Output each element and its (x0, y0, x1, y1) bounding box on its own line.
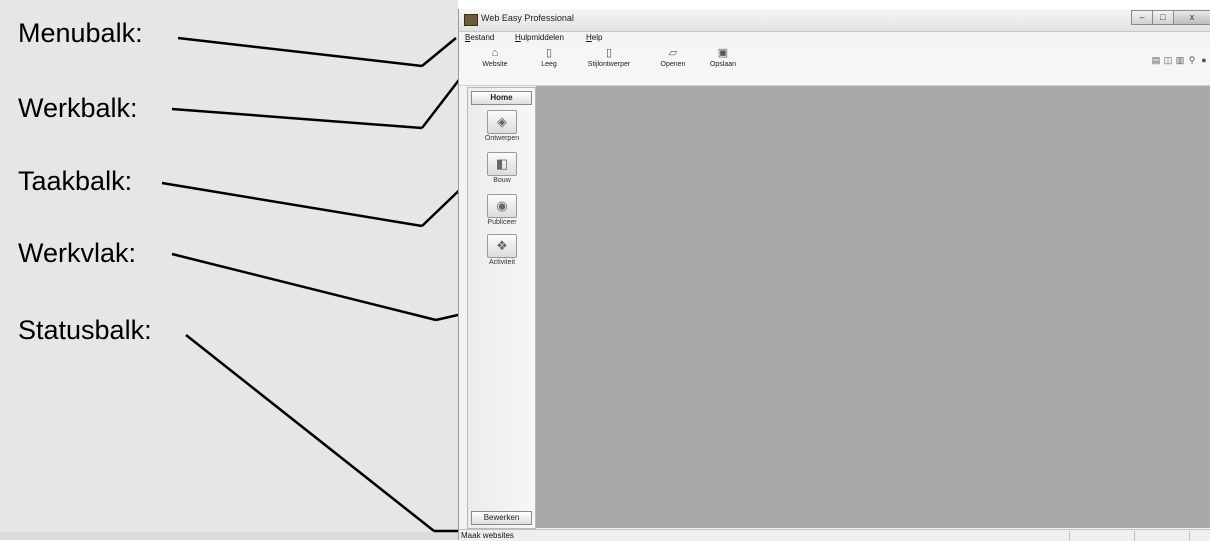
menu-hulpmiddelen[interactable]: Hulpmiddelen (515, 33, 564, 42)
task-bouw[interactable]: ◧ Bouw (476, 152, 528, 184)
toolbar-opslaan-label: Opslaan (709, 61, 737, 68)
task-ontwerpen[interactable]: ◈ Ontwerpen (476, 110, 528, 142)
app-window: Web Easy Professional – □ x Bestand Hulp… (458, 9, 1210, 541)
website-icon: ⌂ (491, 47, 499, 59)
label-statusbalk: Statusbalk: (18, 315, 152, 345)
toolbar-right-icons: ▤ ◫ ▥ ⚲ ● (1151, 55, 1209, 65)
open-folder-icon: ▱ (668, 47, 678, 59)
style-designer-icon: ▯ (605, 47, 613, 59)
status-text: Maak websites (461, 531, 514, 540)
label-menubalk: Menubalk: (18, 18, 143, 48)
book-icon[interactable]: ◫ (1163, 55, 1173, 65)
page-icon[interactable]: ▥ (1175, 55, 1185, 65)
new-page-icon: ▯ (545, 47, 553, 59)
label-werkvlak: Werkvlak: (18, 238, 137, 268)
task-activiteit[interactable]: ❖ Activiteit (476, 234, 528, 266)
design-icon: ◈ (487, 110, 517, 134)
minimize-button[interactable]: – (1131, 10, 1153, 25)
maximize-button[interactable]: □ (1152, 10, 1174, 25)
toolbar-stijlontwerper-label: Stijlontwerper (587, 61, 631, 68)
task-bouw-label: Bouw (493, 177, 511, 184)
menu-hulpmiddelen-label: ulpmiddelen (520, 33, 564, 42)
build-icon: ◧ (487, 152, 517, 176)
work-area[interactable] (536, 86, 1210, 528)
save-icon: ▣ (717, 47, 729, 59)
menu-bar: Bestand Hulpmiddelen Help (459, 32, 1210, 44)
task-ontwerpen-label: Ontwerpen (484, 135, 520, 142)
home-button[interactable]: Home (471, 91, 532, 105)
toolbar-leeg-label: Leeg (541, 61, 557, 68)
toolbar-opslaan-button[interactable]: ▣ Opslaan (695, 47, 751, 79)
close-button[interactable]: x (1173, 10, 1210, 25)
toolbar-stijlontwerper-button[interactable]: ▯ Stijlontwerper (581, 47, 637, 79)
task-publiceer-label: Publiceer (487, 219, 517, 226)
menu-bestand-label: estand (470, 33, 495, 42)
menu-help-label: elp (591, 33, 603, 42)
preview-icon[interactable]: ▤ (1151, 55, 1161, 65)
window-title: Web Easy Professional (481, 13, 574, 23)
menu-bestand[interactable]: Bestand (465, 33, 494, 42)
bewerken-button[interactable]: Bewerken (471, 511, 532, 525)
title-bar[interactable]: Web Easy Professional – □ x (459, 9, 1210, 32)
toolbar: ⌂ Website ▯ Leeg ▯ Stijlontwerper ▱ Open… (459, 45, 1210, 86)
label-werkbalk: Werkbalk: (18, 93, 138, 123)
help-icon[interactable]: ● (1199, 55, 1209, 65)
annotation-background (0, 0, 458, 540)
label-taakbalk: Taakbalk: (18, 166, 133, 196)
status-bar: Maak websites (459, 529, 1210, 541)
toolbar-openen-button[interactable]: ▱ Openen (645, 47, 701, 79)
task-publiceer[interactable]: ◉ Publiceer (476, 194, 528, 226)
toolbar-website-label: Website (482, 61, 508, 68)
toolbar-leeg-button[interactable]: ▯ Leeg (521, 47, 577, 79)
app-icon (464, 14, 478, 26)
window-controls: – □ x (1131, 10, 1210, 25)
toolbar-website-button[interactable]: ⌂ Website (467, 47, 523, 79)
activity-icon: ❖ (487, 234, 517, 258)
task-bar: Home ◈ Ontwerpen ◧ Bouw ◉ Publiceer ❖ Ac… (467, 87, 536, 529)
search-icon[interactable]: ⚲ (1187, 55, 1197, 65)
publish-icon: ◉ (487, 194, 517, 218)
menu-help[interactable]: Help (586, 33, 602, 42)
task-activiteit-label: Activiteit (488, 259, 516, 266)
annotation-bottom-strip (0, 532, 458, 540)
toolbar-openen-label: Openen (660, 61, 686, 68)
